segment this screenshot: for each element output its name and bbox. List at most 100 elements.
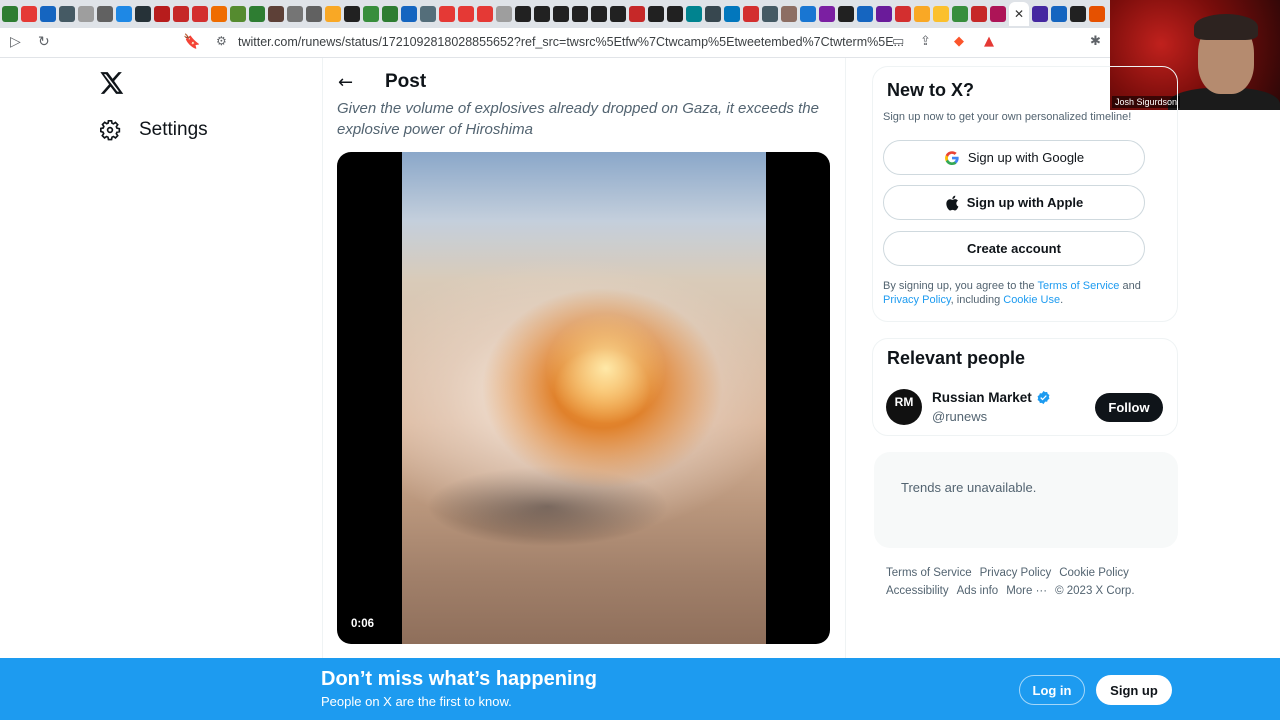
url-text[interactable]: twitter.com/runews/status/17210928180288… <box>238 35 904 49</box>
tab-favicon-icon[interactable] <box>458 6 474 22</box>
tab-favicon-icon[interactable] <box>496 6 512 22</box>
privacy-link[interactable]: Privacy Policy <box>883 294 951 306</box>
follow-button[interactable]: Follow <box>1095 393 1163 422</box>
tab-favicon-icon[interactable] <box>515 6 531 22</box>
tab-favicon-icon[interactable] <box>572 6 588 22</box>
extensions-icon[interactable]: ✱ <box>1090 34 1101 49</box>
user-handle[interactable]: @runews <box>932 409 987 424</box>
reload-icon[interactable]: ↻ <box>38 34 50 50</box>
footer-link[interactable]: More ··· <box>1006 585 1047 597</box>
tab-favicon-icon[interactable] <box>990 6 1006 22</box>
tab-favicon-icon[interactable] <box>59 6 75 22</box>
avatar[interactable]: RM <box>886 389 922 425</box>
tab-favicon-icon[interactable] <box>1089 6 1105 22</box>
x-logo-icon[interactable] <box>98 70 124 96</box>
tab-favicon-icon[interactable] <box>78 6 94 22</box>
tab-favicon-icon[interactable] <box>97 6 113 22</box>
tab-favicon-icon[interactable] <box>800 6 816 22</box>
tab-favicon-icon[interactable] <box>192 6 208 22</box>
settings-nav-item[interactable]: Settings <box>99 119 208 141</box>
footer-link[interactable]: Terms of Service <box>886 567 972 579</box>
tab-favicon-icon[interactable] <box>173 6 189 22</box>
tab-favicon-icon[interactable] <box>211 6 227 22</box>
tab-favicon-icon[interactable] <box>819 6 835 22</box>
tab-favicon-icon[interactable] <box>477 6 493 22</box>
brave-shield-icon[interactable]: ◆ <box>954 34 964 49</box>
tab-favicon-icon[interactable] <box>363 6 379 22</box>
forward-icon[interactable]: ▷ <box>10 34 21 50</box>
signup-button[interactable]: Sign up <box>1096 675 1172 705</box>
footer-link[interactable]: Accessibility <box>886 585 949 597</box>
tab-favicon-icon[interactable] <box>686 6 702 22</box>
tab-favicon-icon[interactable] <box>838 6 854 22</box>
tab-favicon-icon[interactable] <box>743 6 759 22</box>
terms-link[interactable]: Terms of Service <box>1038 280 1120 292</box>
tab-favicon-icon[interactable] <box>914 6 930 22</box>
create-account-button[interactable]: Create account <box>883 231 1145 266</box>
tab-favicon-icon[interactable] <box>781 6 797 22</box>
signup-title: New to X? <box>887 80 975 100</box>
tab-favicon-icon[interactable] <box>705 6 721 22</box>
signup-legal-text: By signing up, you agree to the Terms of… <box>883 279 1163 307</box>
signup-apple-button[interactable]: Sign up with Apple <box>883 185 1145 220</box>
tab-favicon-icon[interactable] <box>591 6 607 22</box>
share-icon[interactable]: ⇪ <box>920 34 931 49</box>
user-name[interactable]: Russian Market <box>932 390 1051 405</box>
relevant-people-title: Relevant people <box>887 348 1026 368</box>
apple-button-label: Sign up with Apple <box>966 195 1084 210</box>
tab-favicon-icon[interactable] <box>154 6 170 22</box>
tab-favicon-icon[interactable] <box>648 6 664 22</box>
cast-icon[interactable]: ▭ <box>892 34 904 49</box>
cookie-link[interactable]: Cookie Use <box>1003 294 1060 306</box>
tab-favicon-icon[interactable] <box>420 6 436 22</box>
tab-favicon-icon[interactable] <box>857 6 873 22</box>
tab-favicon-icon[interactable] <box>230 6 246 22</box>
tab-favicon-icon[interactable] <box>629 6 645 22</box>
tab-favicon-icon[interactable] <box>249 6 265 22</box>
video-player[interactable]: 0:06 <box>337 152 830 644</box>
tab-favicon-icon[interactable] <box>382 6 398 22</box>
tab-favicon-icon[interactable] <box>344 6 360 22</box>
tab-favicon-icon[interactable] <box>439 6 455 22</box>
tab-favicon-icon[interactable] <box>116 6 132 22</box>
tab-favicon-icon[interactable] <box>40 6 56 22</box>
tab-favicon-icon[interactable] <box>610 6 626 22</box>
tab-favicon-icon[interactable] <box>325 6 341 22</box>
site-info-icon[interactable]: ⚙ <box>216 34 227 48</box>
tab-favicon-icon[interactable] <box>876 6 892 22</box>
footer-link[interactable]: Ads info <box>957 585 999 597</box>
tab-favicon-icon[interactable] <box>762 6 778 22</box>
video-timestamp: 0:06 <box>351 618 375 630</box>
tab-favicon-icon[interactable] <box>952 6 968 22</box>
tab-favicon-icon[interactable] <box>971 6 987 22</box>
rewards-icon[interactable]: ▲ <box>984 34 994 49</box>
tab-favicon-icon[interactable] <box>553 6 569 22</box>
tab-favicon-icon[interactable] <box>268 6 284 22</box>
login-button[interactable]: Log in <box>1019 675 1085 705</box>
tab-favicon-icon[interactable] <box>401 6 417 22</box>
tab-favicon-icon[interactable] <box>667 6 683 22</box>
tab-favicon-icon[interactable] <box>135 6 151 22</box>
tab-favicon-icon[interactable] <box>287 6 303 22</box>
google-icon <box>944 150 959 165</box>
tab-favicon-icon[interactable] <box>1070 6 1086 22</box>
footer-link[interactable]: © 2023 X Corp. <box>1055 585 1134 597</box>
gear-icon <box>100 120 121 141</box>
active-tab-close-icon[interactable]: ✕ <box>1009 2 1029 26</box>
back-arrow-icon[interactable]: ← <box>338 72 353 93</box>
tab-favicon-icon[interactable] <box>724 6 740 22</box>
tab-favicon-icon[interactable] <box>933 6 949 22</box>
legal-text-pre: By signing up, you agree to the <box>883 280 1038 292</box>
bookmark-icon[interactable]: 🔖 <box>183 34 200 50</box>
webcam-person-hair <box>1194 14 1258 40</box>
tab-favicon-icon[interactable] <box>895 6 911 22</box>
tab-favicon-icon[interactable] <box>1051 6 1067 22</box>
tab-favicon-icon[interactable] <box>2 6 18 22</box>
signup-google-button[interactable]: Sign up with Google <box>883 140 1145 175</box>
footer-link[interactable]: Privacy Policy <box>980 567 1052 579</box>
tab-favicon-icon[interactable] <box>534 6 550 22</box>
footer-link[interactable]: Cookie Policy <box>1059 567 1129 579</box>
tab-favicon-icon[interactable] <box>1032 6 1048 22</box>
tab-favicon-icon[interactable] <box>306 6 322 22</box>
tab-favicon-icon[interactable] <box>21 6 37 22</box>
